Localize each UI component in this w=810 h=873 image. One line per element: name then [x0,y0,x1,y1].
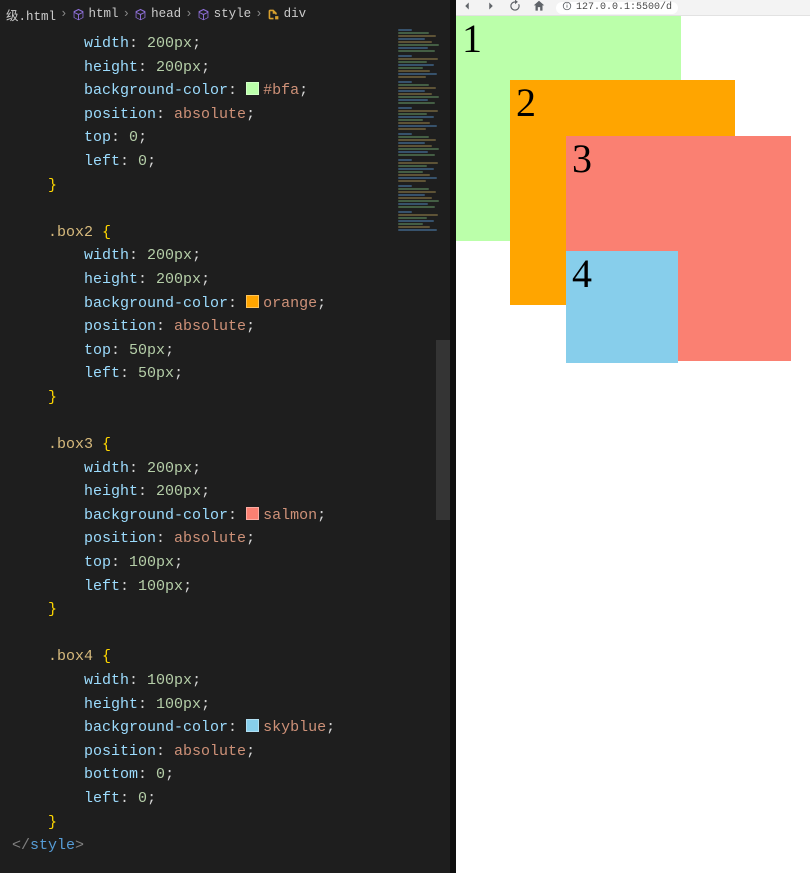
breadcrumb-seg-label: html [89,7,119,21]
symbol-field-icon [134,8,147,21]
symbol-class-icon [267,8,280,21]
browser-pane: 127.0.0.1:5500/d 1 2 3 4 [456,0,810,873]
reload-icon[interactable] [508,0,522,17]
code-editor[interactable]: width: 200px; height: 200px; background-… [0,28,450,873]
breadcrumb-seg-label: head [151,7,181,21]
home-icon[interactable] [532,0,546,17]
editor-scrollbar[interactable] [436,340,450,520]
app-root: 级.html › html › head › style › div [0,0,810,873]
chevron-right-icon: › [255,7,263,21]
box-1-label: 1 [462,16,482,61]
chevron-right-icon: › [185,7,193,21]
address-bar[interactable]: 127.0.0.1:5500/d [556,2,678,14]
box-3-label: 3 [572,136,592,181]
breadcrumb-file-label: 级.html [6,5,56,24]
preview-viewport: 1 2 3 4 [456,16,810,873]
breadcrumb-seg-html[interactable]: html [72,7,119,21]
breadcrumb-seg-head[interactable]: head [134,7,181,21]
breadcrumb-seg-label: div [284,7,307,21]
chevron-right-icon: › [60,7,68,21]
box-4-label: 4 [572,251,592,296]
symbol-field-icon [72,8,85,21]
address-url: 127.0.0.1:5500/d [576,2,672,13]
browser-toolbar: 127.0.0.1:5500/d [456,0,810,16]
minimap[interactable] [394,28,450,328]
chevron-right-icon: › [123,7,131,21]
breadcrumb[interactable]: 级.html › html › head › style › div [0,0,450,28]
breadcrumb-seg-style[interactable]: style [197,7,252,21]
editor-pane: 级.html › html › head › style › div [0,0,450,873]
symbol-field-icon [197,8,210,21]
site-info-icon[interactable] [562,1,572,15]
breadcrumb-seg-label: style [214,7,252,21]
breadcrumb-seg-div[interactable]: div [267,7,307,21]
back-icon[interactable] [460,0,474,17]
forward-icon[interactable] [484,0,498,17]
box-4: 4 [566,251,678,363]
box-2-label: 2 [516,80,536,125]
breadcrumb-file[interactable]: 级.html [6,5,56,24]
